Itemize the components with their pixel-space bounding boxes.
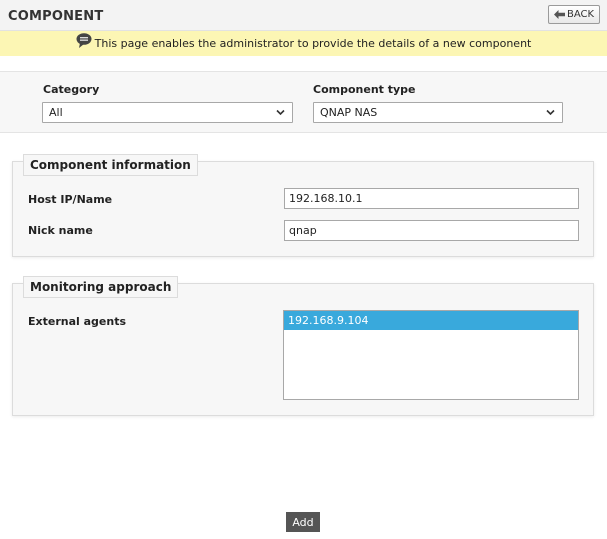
host-label: Host IP/Name [28, 193, 113, 206]
component-type-select-value: QNAP NAS [320, 106, 378, 119]
monitoring-approach-panel: Monitoring approach External agents 192.… [12, 276, 594, 416]
page-title: COMPONENT [8, 9, 104, 24]
chevron-down-icon [546, 109, 555, 116]
component-information-legend: Component information [23, 154, 198, 176]
agent-option[interactable]: 192.168.9.104 [284, 311, 578, 330]
nick-name-input[interactable]: qnap [284, 220, 579, 241]
component-type-select[interactable]: QNAP NAS [313, 102, 563, 123]
info-bar: This page enables the administrator to p… [0, 31, 607, 56]
category-select[interactable]: All [42, 102, 293, 123]
external-agents-listbox[interactable]: 192.168.9.104 [283, 310, 579, 400]
component-information-panel: Component information Host IP/Name 192.1… [12, 154, 594, 257]
monitoring-approach-legend: Monitoring approach [23, 276, 179, 298]
chevron-down-icon [276, 109, 285, 116]
page-header: COMPONENT BACK [0, 0, 607, 31]
add-button[interactable]: Add [286, 512, 320, 532]
host-input[interactable]: 192.168.10.1 [284, 188, 579, 209]
back-button-label: BACK [566, 9, 595, 20]
back-arrow-icon [553, 10, 565, 19]
speech-bubble-icon [76, 33, 92, 48]
external-agents-label: External agents [28, 315, 127, 328]
category-label: Category [43, 83, 100, 96]
component-type-label: Component type [313, 83, 416, 96]
back-button[interactable]: BACK [548, 5, 600, 24]
info-message: This page enables the administrator to p… [94, 37, 532, 50]
category-select-value: All [49, 106, 63, 119]
filter-bar: Category All Component type QNAP NAS [0, 71, 607, 133]
nick-name-label: Nick name [28, 224, 93, 237]
